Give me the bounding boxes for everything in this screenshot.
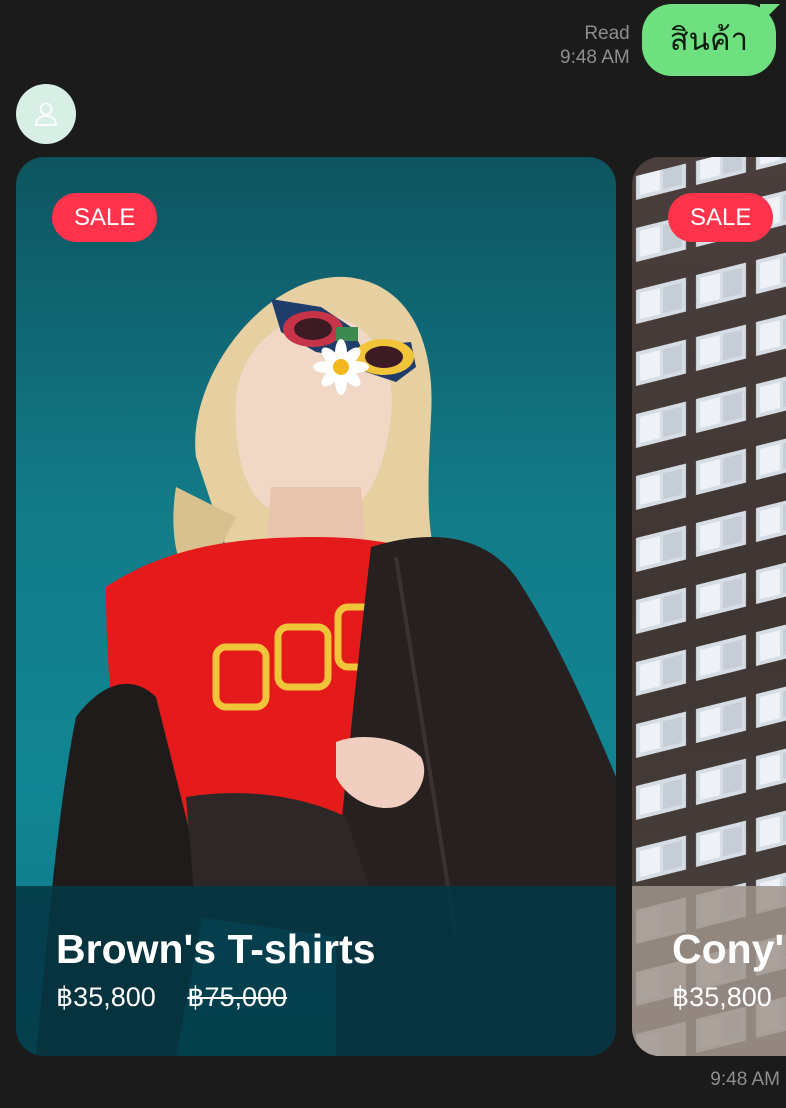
product-title: Cony's xyxy=(672,926,786,972)
sent-time: 9:48 AM xyxy=(560,47,630,68)
product-prices: ฿35,800 ฿75,000 xyxy=(56,982,576,1013)
product-info: Cony's ฿35,800 xyxy=(632,886,786,1056)
sent-message-row: Read 9:48 AM สินค้า xyxy=(560,4,776,76)
sender-avatar[interactable] xyxy=(16,84,76,144)
read-receipt: Read xyxy=(584,23,630,44)
sale-price: ฿35,800 xyxy=(672,982,772,1012)
product-prices: ฿35,800 xyxy=(672,982,786,1013)
sent-message-meta: Read 9:48 AM xyxy=(560,22,630,70)
sale-badge: SALE xyxy=(668,193,774,242)
product-card[interactable]: SALE Cony's ฿35,800 xyxy=(632,157,786,1056)
product-carousel[interactable]: SALE Brown's T-shirts ฿35,800 ฿75,000 SA… xyxy=(16,157,786,1056)
original-price: ฿75,000 xyxy=(187,982,288,1012)
sent-message-bubble[interactable]: สินค้า xyxy=(641,4,776,76)
sale-badge: SALE xyxy=(52,193,158,242)
product-info: Brown's T-shirts ฿35,800 ฿75,000 xyxy=(16,886,616,1056)
chat-screen: Read 9:48 AM สินค้า SALE Brown's T-shirt… xyxy=(0,0,786,1108)
product-card[interactable]: SALE Brown's T-shirts ฿35,800 ฿75,000 xyxy=(16,157,616,1056)
received-time: 9:48 AM xyxy=(710,1069,780,1090)
user-icon xyxy=(33,101,59,127)
product-title: Brown's T-shirts xyxy=(56,926,376,972)
sale-price: ฿35,800 xyxy=(56,982,156,1012)
